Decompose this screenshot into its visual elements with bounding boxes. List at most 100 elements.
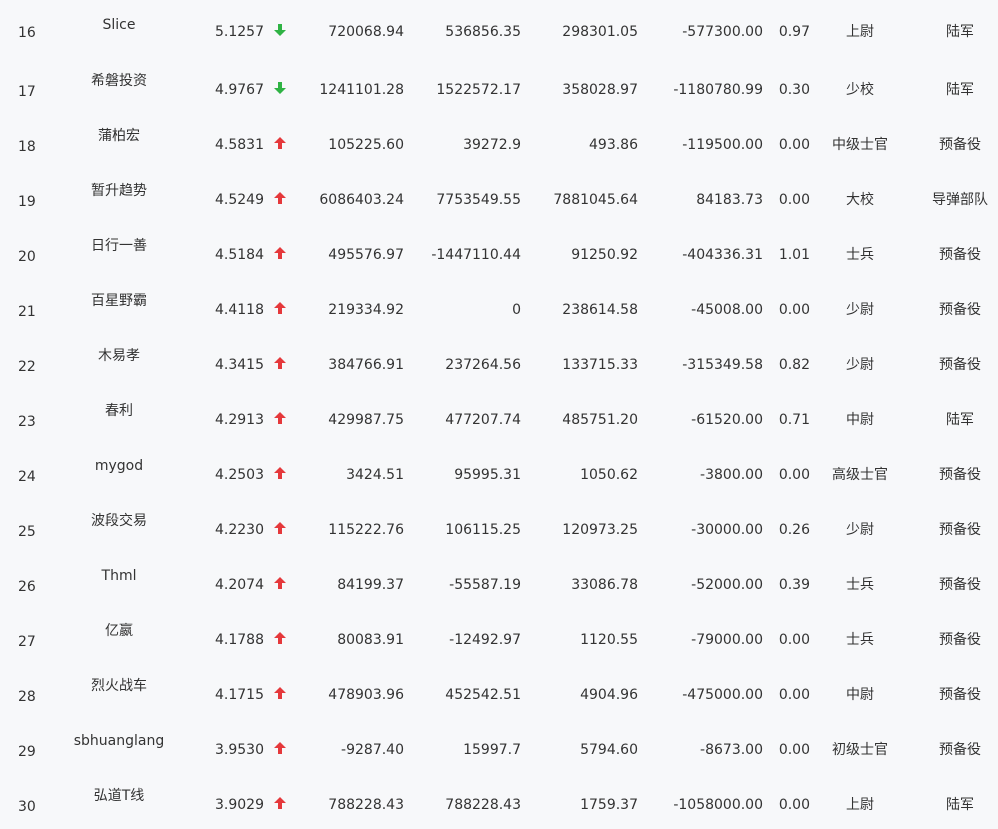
table-row: 23 春利 4.2913 429987.75 477207.74 485751.20 -61… (0, 389, 998, 444)
metric-2-cell: -55587.19 (449, 577, 521, 593)
metric-4-cell: -61520.00 (691, 412, 763, 428)
score-cell: 4.5184 (215, 247, 264, 263)
metric-1-cell: 105225.60 (328, 137, 404, 153)
metric-1-cell: 788228.43 (328, 797, 404, 813)
ratio-cell: 0.30 (778, 82, 810, 98)
ratio-cell: 0.00 (778, 632, 810, 648)
ratio-cell: 0.00 (778, 742, 810, 758)
metric-3-cell: 485751.20 (562, 412, 638, 428)
table-row: 16 Slice 5.1257 720068.94 536856.35 298301.05… (0, 0, 998, 59)
metric-4-cell: 84183.73 (696, 192, 763, 208)
metric-1-cell: 1241101.28 (319, 82, 404, 98)
rank-title-cell: 初级士官 (832, 742, 888, 758)
trader-name: mygod (94, 458, 144, 474)
unit-cell: 预备役 (939, 467, 981, 483)
rank-title-cell: 士兵 (846, 247, 874, 263)
metric-4-cell: -45008.00 (691, 302, 763, 318)
rank-cell: 17 (18, 84, 36, 100)
score-cell: 4.1788 (215, 632, 264, 648)
table-row: 25 波段交易 4.2230 115222.76 106115.25 120973.25 -… (0, 499, 998, 554)
rank-cell: 18 (18, 139, 36, 155)
unit-cell: 预备役 (939, 302, 981, 318)
rank-cell: 27 (18, 634, 36, 650)
ratio-cell: 0.26 (778, 522, 810, 538)
unit-cell: 预备役 (939, 137, 981, 153)
metric-2-cell: -12492.97 (449, 632, 521, 648)
ratio-cell: 0.82 (778, 357, 810, 373)
arrow-up-icon (272, 465, 288, 481)
rank-cell: 30 (18, 799, 36, 815)
metric-1-cell: 3424.51 (346, 467, 404, 483)
rank-title-cell: 少尉 (846, 302, 874, 318)
rank-cell: 19 (18, 194, 36, 210)
trader-name: 烈火战车 (91, 678, 147, 694)
score-cell: 4.4118 (215, 302, 264, 318)
rank-cell: 28 (18, 689, 36, 705)
unit-cell: 陆军 (946, 412, 974, 428)
table-row: 30 弘道T线 3.9029 788228.43 788228.43 1759.37 -10… (0, 774, 998, 829)
metric-4-cell: -315349.58 (682, 357, 763, 373)
arrow-up-icon (272, 630, 288, 646)
rank-title-cell: 少校 (846, 82, 874, 98)
metric-2-cell: 536856.35 (445, 24, 521, 40)
trader-name: 蒲柏宏 (98, 128, 140, 144)
ratio-cell: 0.71 (778, 412, 810, 428)
rank-title-cell: 上尉 (846, 24, 874, 40)
metric-1-cell: 80083.91 (337, 632, 404, 648)
metric-1-cell: 720068.94 (328, 24, 404, 40)
rank-title-cell: 少尉 (846, 522, 874, 538)
score-cell: 4.2230 (215, 522, 264, 538)
ratio-cell: 0.00 (778, 687, 810, 703)
unit-cell: 预备役 (939, 522, 981, 538)
metric-4-cell: -404336.31 (682, 247, 763, 263)
arrow-up-icon (272, 520, 288, 536)
metric-1-cell: 84199.37 (337, 577, 404, 593)
table-row: 20 日行一善 4.5184 495576.97 -1447110.44 91250.92… (0, 224, 998, 279)
metric-2-cell: 106115.25 (445, 522, 521, 538)
trader-name: 木易孝 (98, 348, 140, 364)
metric-1-cell: 478903.96 (328, 687, 404, 703)
rank-cell: 23 (18, 414, 36, 430)
unit-cell: 预备役 (939, 632, 981, 648)
trader-name: 百星野霸 (91, 293, 147, 309)
metric-4-cell: -52000.00 (691, 577, 763, 593)
metric-1-cell: 115222.76 (328, 522, 404, 538)
metric-4-cell: -119500.00 (682, 137, 763, 153)
metric-1-cell: 219334.92 (328, 302, 404, 318)
metric-2-cell: 452542.51 (445, 687, 521, 703)
ranking-table: 16 Slice 5.1257 720068.94 536856.35 298301.05… (0, 0, 998, 828)
trader-name: Slice (102, 17, 136, 33)
arrow-up-icon (272, 795, 288, 811)
score-cell: 4.9767 (215, 82, 264, 98)
metric-2-cell: -1447110.44 (431, 247, 521, 263)
metric-2-cell: 0 (512, 302, 521, 318)
metric-4-cell: -8673.00 (700, 742, 763, 758)
metric-4-cell: -3800.00 (700, 467, 763, 483)
arrow-up-icon (272, 740, 288, 756)
rank-title-cell: 上尉 (846, 797, 874, 813)
arrow-up-icon (272, 355, 288, 371)
metric-4-cell: -79000.00 (691, 632, 763, 648)
metric-3-cell: 238614.58 (562, 302, 638, 318)
metric-3-cell: 4904.96 (580, 687, 638, 703)
rank-cell: 29 (18, 744, 36, 760)
rank-title-cell: 士兵 (846, 577, 874, 593)
rank-title-cell: 少尉 (846, 357, 874, 373)
metric-2-cell: 39272.9 (463, 137, 521, 153)
rank-cell: 21 (18, 304, 36, 320)
trader-name: 亿嬴 (105, 623, 133, 639)
arrow-up-icon (272, 245, 288, 261)
rank-cell: 25 (18, 524, 36, 540)
ratio-cell: 0.39 (778, 577, 810, 593)
metric-2-cell: 95995.31 (454, 467, 521, 483)
rank-title-cell: 大校 (846, 192, 874, 208)
arrow-up-icon (272, 300, 288, 316)
trader-name: Thml (101, 568, 137, 584)
metric-2-cell: 788228.43 (445, 797, 521, 813)
unit-cell: 预备役 (939, 247, 981, 263)
metric-2-cell: 477207.74 (445, 412, 521, 428)
trader-name: 希磐投资 (91, 73, 147, 89)
rank-title-cell: 高级士官 (832, 467, 888, 483)
metric-1-cell: 495576.97 (328, 247, 404, 263)
rank-title-cell: 士兵 (846, 632, 874, 648)
